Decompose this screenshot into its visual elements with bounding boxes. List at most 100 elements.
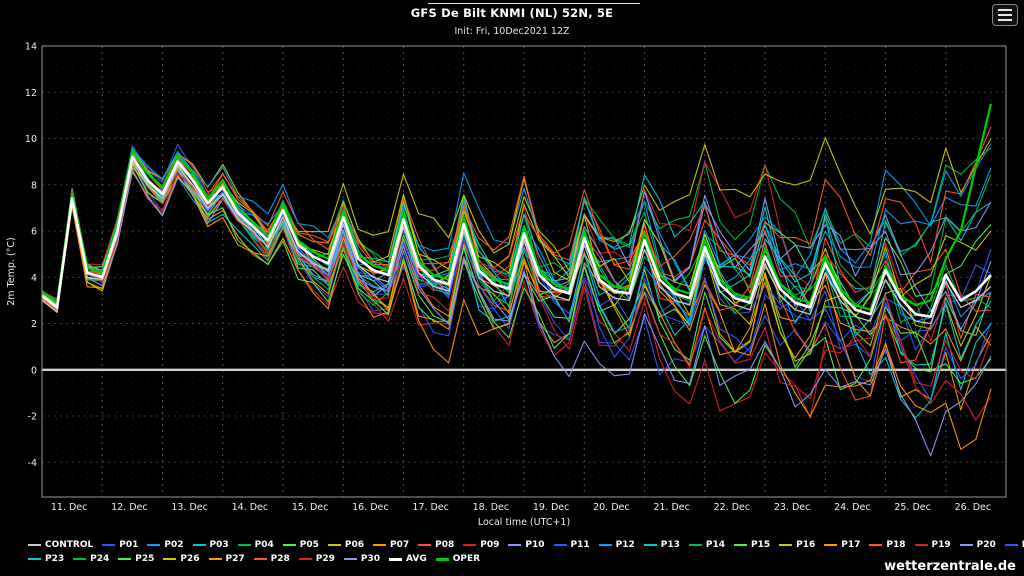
legend-item-P09: P09 bbox=[463, 540, 499, 550]
legend-color-swatch bbox=[389, 558, 402, 561]
legend-label: P08 bbox=[435, 540, 454, 550]
legend-label: P29 bbox=[316, 554, 335, 564]
legend-label: P26 bbox=[180, 554, 199, 564]
legend-color-swatch bbox=[869, 544, 882, 546]
legend-label: P25 bbox=[135, 554, 154, 564]
legend-color-swatch bbox=[344, 558, 357, 560]
legend-item-P01: P01 bbox=[102, 540, 138, 550]
x-tick-label: 18. Dec bbox=[473, 502, 510, 513]
watermark: wetterzentrale.de bbox=[884, 559, 1016, 574]
legend-label: P14 bbox=[706, 540, 725, 550]
y-tick-label: 0 bbox=[31, 365, 37, 376]
legend-color-swatch bbox=[689, 544, 702, 546]
legend-color-swatch bbox=[193, 544, 206, 546]
legend-item-P23: P23 bbox=[28, 554, 64, 564]
legend-item-P04: P04 bbox=[238, 540, 274, 550]
legend-color-swatch bbox=[28, 544, 41, 546]
legend-item-P27: P27 bbox=[209, 554, 245, 564]
legend-item-P08: P08 bbox=[418, 540, 454, 550]
legend-item-P14: P14 bbox=[689, 540, 725, 550]
x-tick-label: 24. Dec bbox=[834, 502, 871, 513]
legend-color-swatch bbox=[779, 544, 792, 546]
legend-item-P06: P06 bbox=[328, 540, 364, 550]
legend-color-swatch bbox=[554, 544, 567, 546]
y-tick-label: 6 bbox=[31, 227, 37, 238]
y-tick-label: 10 bbox=[25, 134, 37, 145]
legend-label: P18 bbox=[886, 540, 905, 550]
legend-item-OPER: OPER bbox=[436, 554, 480, 564]
x-tick-label: 23. Dec bbox=[774, 502, 811, 513]
legend-item-P25: P25 bbox=[118, 554, 154, 564]
legend-color-swatch bbox=[915, 544, 928, 546]
x-tick-label: 14. Dec bbox=[232, 502, 269, 513]
legend-color-swatch bbox=[599, 544, 612, 546]
legend-label: P28 bbox=[271, 554, 290, 564]
x-tick-label: 25. Dec bbox=[894, 502, 931, 513]
legend-item-P15: P15 bbox=[734, 540, 770, 550]
x-tick-label: 19. Dec bbox=[533, 502, 570, 513]
legend-item-P24: P24 bbox=[73, 554, 109, 564]
legend-item-P16: P16 bbox=[779, 540, 815, 550]
legend-label: OPER bbox=[453, 554, 480, 564]
x-tick-label: 22. Dec bbox=[714, 502, 751, 513]
legend-label: P01 bbox=[119, 540, 138, 550]
x-tick-label: 16. Dec bbox=[352, 502, 389, 513]
legend-item-P21: P21 bbox=[1005, 540, 1024, 550]
legend-label: P20 bbox=[977, 540, 996, 550]
x-tick-label: 12. Dec bbox=[111, 502, 148, 513]
legend-item-P11: P11 bbox=[554, 540, 590, 550]
y-tick-label: -2 bbox=[28, 412, 37, 423]
legend-color-swatch bbox=[299, 558, 312, 560]
legend-color-swatch bbox=[1005, 544, 1018, 546]
legend-item-P17: P17 bbox=[824, 540, 860, 550]
legend-label: P11 bbox=[571, 540, 590, 550]
legend-label: P03 bbox=[210, 540, 229, 550]
legend-color-swatch bbox=[73, 558, 86, 560]
legend-item-CONTROL: CONTROL bbox=[28, 540, 93, 550]
legend-color-swatch bbox=[163, 558, 176, 560]
legend-color-swatch bbox=[824, 544, 837, 546]
legend-label: P15 bbox=[751, 540, 770, 550]
legend-label: P04 bbox=[255, 540, 274, 550]
legend-item-P28: P28 bbox=[254, 554, 290, 564]
legend-color-swatch bbox=[644, 544, 657, 546]
y-tick-label: 4 bbox=[31, 273, 37, 284]
legend-label: P12 bbox=[616, 540, 635, 550]
x-tick-label: 26. Dec bbox=[955, 502, 992, 513]
legend-color-swatch bbox=[436, 558, 449, 561]
legend-item-P13: P13 bbox=[644, 540, 680, 550]
legend-label: P02 bbox=[164, 540, 183, 550]
legend-label: P09 bbox=[480, 540, 499, 550]
legend-label: P24 bbox=[90, 554, 109, 564]
series-lines bbox=[42, 104, 991, 456]
legend-row: CONTROL P01 P02 P03 P04 P05 P06 P07 P08 P09 P10 P11… bbox=[0, 538, 1024, 552]
legend-label: P13 bbox=[661, 540, 680, 550]
legend-color-swatch bbox=[960, 544, 973, 546]
x-tick-label: 20. Dec bbox=[593, 502, 630, 513]
legend-label: P06 bbox=[345, 540, 364, 550]
y-tick-label: 14 bbox=[25, 42, 37, 53]
legend-label: P27 bbox=[226, 554, 245, 564]
x-tick-label: 15. Dec bbox=[292, 502, 329, 513]
legend-color-swatch bbox=[209, 558, 222, 560]
legend-label: P07 bbox=[390, 540, 409, 550]
legend-color-swatch bbox=[283, 544, 296, 546]
legend-row: P23P24P25P26P27P28P29P30AVGOPER bbox=[0, 552, 1024, 566]
legend-color-swatch bbox=[28, 558, 41, 560]
legend-color-swatch bbox=[373, 544, 386, 546]
y-tick-label: -4 bbox=[28, 458, 37, 469]
legend-color-swatch bbox=[102, 544, 115, 546]
chart-legend: CONTROL P01 P02 P03 P04 P05 P06 P07 P08 P09 P10 P11… bbox=[0, 538, 1024, 566]
x-tick-label: 21. Dec bbox=[653, 502, 690, 513]
y-tick-label: 8 bbox=[31, 180, 37, 191]
legend-color-swatch bbox=[118, 558, 131, 560]
legend-color-swatch bbox=[734, 544, 747, 546]
member-line-P21 bbox=[42, 161, 991, 400]
legend-label: P17 bbox=[841, 540, 860, 550]
legend-item-P07: P07 bbox=[373, 540, 409, 550]
legend-item-P05: P05 bbox=[283, 540, 319, 550]
app-root: GFS De Bilt KNMI (NL) 52N, 5E Init: Fri,… bbox=[0, 0, 1024, 576]
legend-item-P10: P10 bbox=[508, 540, 544, 550]
x-tick-label: 17. Dec bbox=[412, 502, 449, 513]
legend-label: CONTROL bbox=[45, 540, 93, 550]
